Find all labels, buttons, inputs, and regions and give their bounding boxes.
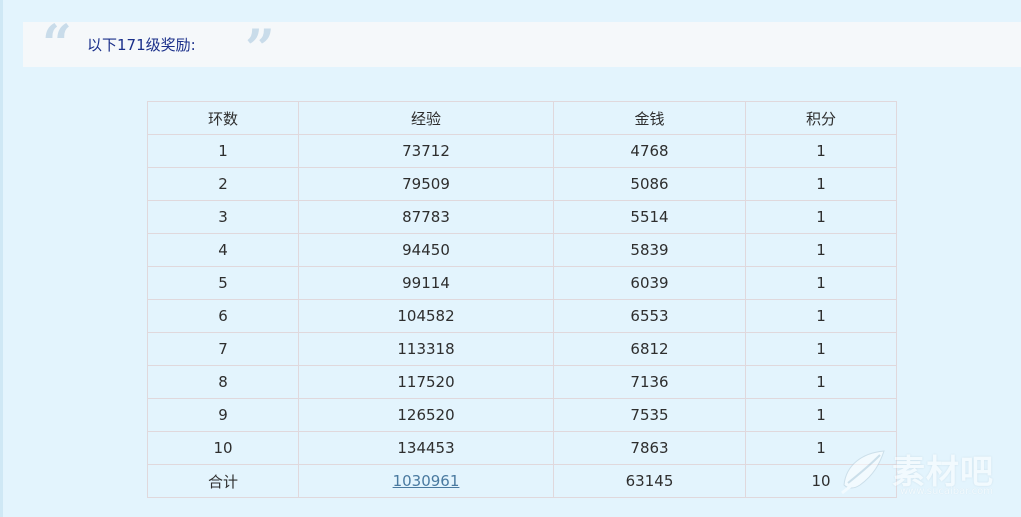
cell-round: 6 — [147, 299, 299, 333]
table-row: 7 113318 6812 1 — [147, 332, 897, 366]
cell-points: 1 — [745, 266, 897, 300]
cell-exp: 87783 — [298, 200, 554, 234]
cell-exp: 99114 — [298, 266, 554, 300]
cell-exp: 113318 — [298, 332, 554, 366]
cell-round: 5 — [147, 266, 299, 300]
cell-money: 5086 — [553, 167, 746, 201]
header-rounds: 环数 — [147, 101, 299, 135]
cell-round: 7 — [147, 332, 299, 366]
cell-round: 8 — [147, 365, 299, 399]
intro-text: 以下171级奖励: — [87, 36, 196, 54]
table-row: 1 73712 4768 1 — [147, 134, 897, 168]
cell-money: 6812 — [553, 332, 746, 366]
cell-money: 6553 — [553, 299, 746, 333]
cell-points: 1 — [745, 233, 897, 267]
cell-exp: 117520 — [298, 365, 554, 399]
cell-exp: 79509 — [298, 167, 554, 201]
cell-money: 5839 — [553, 233, 746, 267]
cell-exp: 134453 — [298, 431, 554, 465]
cell-points: 1 — [745, 200, 897, 234]
cell-exp: 73712 — [298, 134, 554, 168]
table-row: 9 126520 7535 1 — [147, 398, 897, 432]
total-exp-cell: 1030961 — [298, 464, 554, 498]
cell-round: 1 — [147, 134, 299, 168]
cell-money: 7863 — [553, 431, 746, 465]
cell-exp: 126520 — [298, 398, 554, 432]
cell-points: 1 — [745, 299, 897, 333]
close-quote-icon: ” — [245, 19, 275, 80]
cell-points: 1 — [745, 398, 897, 432]
total-exp-link[interactable]: 1030961 — [393, 472, 460, 490]
cell-round: 2 — [147, 167, 299, 201]
table-row: 10 134453 7863 1 — [147, 431, 897, 465]
header-points: 积分 — [745, 101, 897, 135]
cell-exp: 104582 — [298, 299, 554, 333]
cell-money: 4768 — [553, 134, 746, 168]
table-row: 4 94450 5839 1 — [147, 233, 897, 267]
cell-points: 1 — [745, 134, 897, 168]
left-border — [0, 0, 3, 517]
cell-exp: 94450 — [298, 233, 554, 267]
table-row: 8 117520 7136 1 — [147, 365, 897, 399]
table-row: 2 79509 5086 1 — [147, 167, 897, 201]
table-total-row: 合计 1030961 63145 10 — [147, 464, 897, 498]
open-quote-icon: “ — [42, 14, 72, 75]
cell-points: 1 — [745, 332, 897, 366]
quote-box: “ 以下171级奖励: ” — [23, 19, 1021, 76]
cell-points: 1 — [745, 167, 897, 201]
table-row: 5 99114 6039 1 — [147, 266, 897, 300]
cell-money: 7535 — [553, 398, 746, 432]
table-row: 6 104582 6553 1 — [147, 299, 897, 333]
watermark-logo: 素材吧 www.sucaibar.com — [838, 441, 1008, 501]
watermark-leaf-icon — [841, 450, 885, 495]
total-money: 63145 — [553, 464, 746, 498]
cell-round: 3 — [147, 200, 299, 234]
table-row: 3 87783 5514 1 — [147, 200, 897, 234]
watermark-url: www.sucaibar.com — [900, 486, 993, 497]
cell-round: 4 — [147, 233, 299, 267]
table-header-row: 环数 经验 金钱 积分 — [147, 101, 897, 135]
header-money: 金钱 — [553, 101, 746, 135]
cell-round: 9 — [147, 398, 299, 432]
total-label: 合计 — [147, 464, 299, 498]
cell-points: 1 — [745, 365, 897, 399]
cell-round: 10 — [147, 431, 299, 465]
cell-money: 6039 — [553, 266, 746, 300]
cell-money: 5514 — [553, 200, 746, 234]
rewards-table: 环数 经验 金钱 积分 1 73712 4768 1 2 79509 5086 … — [147, 101, 897, 498]
header-exp: 经验 — [298, 101, 554, 135]
cell-money: 7136 — [553, 365, 746, 399]
